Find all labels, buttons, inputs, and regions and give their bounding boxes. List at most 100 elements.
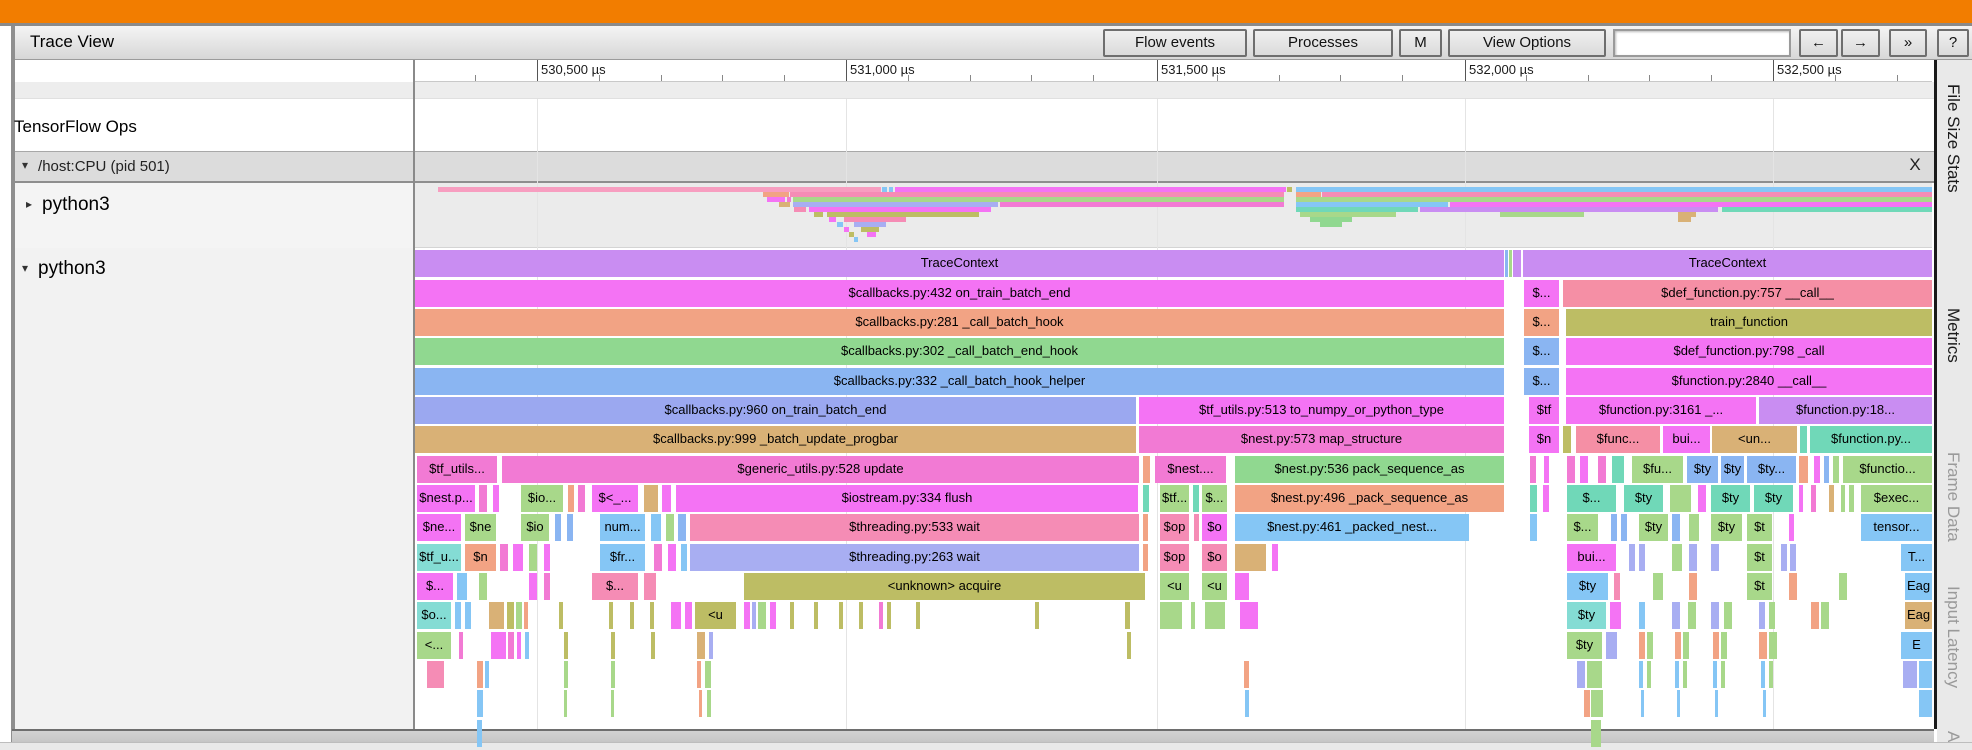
flame-event[interactable] <box>1612 456 1624 483</box>
flame-event[interactable] <box>1629 544 1635 571</box>
flame-event[interactable] <box>1205 602 1225 629</box>
flame-event[interactable] <box>1591 690 1603 717</box>
flame-event[interactable]: $callbacks.py:281 _call_batch_hook <box>415 309 1504 336</box>
flame-event[interactable] <box>1713 661 1717 688</box>
flame-event[interactable]: $ty <box>1711 485 1750 512</box>
flame-event[interactable] <box>477 720 482 747</box>
flame-event[interactable] <box>544 544 550 571</box>
flame-event[interactable] <box>1849 485 1854 512</box>
flame-event[interactable]: $t <box>1747 544 1772 571</box>
flame-event[interactable]: $o <box>1202 514 1227 541</box>
flame-event[interactable]: TraceContext <box>1523 250 1932 277</box>
flame-event[interactable]: $def_function.py:798 _call <box>1566 338 1932 365</box>
flame-event[interactable] <box>1763 690 1766 717</box>
flame-event[interactable] <box>1191 602 1195 629</box>
flame-event[interactable] <box>1641 690 1644 717</box>
metadata-button[interactable]: M <box>1399 29 1442 57</box>
flame-event[interactable]: $... <box>1524 280 1559 307</box>
flame-event[interactable]: $ne... <box>417 514 461 541</box>
flame-event[interactable]: $ty... <box>1747 456 1796 483</box>
flame-event[interactable]: $callbacks.py:999 _batch_update_progbar <box>415 426 1136 453</box>
flame-event[interactable] <box>1675 632 1681 659</box>
flame-event[interactable] <box>1244 661 1249 688</box>
flame-event[interactable]: tensor... <box>1861 514 1932 541</box>
flame-event[interactable] <box>1829 485 1834 512</box>
flame-event[interactable]: $ty <box>1624 485 1663 512</box>
flame-event[interactable] <box>477 690 483 717</box>
flame-event[interactable]: bui... <box>1567 544 1616 571</box>
flame-event[interactable]: $callbacks.py:302 _call_batch_end_hook <box>415 338 1504 365</box>
flame-event[interactable] <box>611 661 615 688</box>
flame-event[interactable]: Eag <box>1905 602 1932 629</box>
flame-event[interactable] <box>1799 456 1808 483</box>
tab-input-latency[interactable]: Input Latency <box>1943 586 1963 688</box>
flame-event[interactable] <box>1598 456 1606 483</box>
flame-event[interactable]: $callbacks.py:960 on_train_batch_end <box>415 397 1136 424</box>
flame-event[interactable]: $ty <box>1687 456 1718 483</box>
flame-event[interactable] <box>1125 602 1130 629</box>
close-process-button[interactable]: X <box>1903 155 1927 175</box>
flame-event[interactable]: $tf_u... <box>417 544 461 571</box>
flame-event[interactable] <box>1711 544 1719 571</box>
flame-event[interactable] <box>859 602 863 629</box>
flame-event[interactable] <box>1235 544 1266 571</box>
flame-event[interactable] <box>1675 661 1679 688</box>
flame-event[interactable] <box>500 544 508 571</box>
flame-event[interactable] <box>1672 602 1680 629</box>
flame-event[interactable]: TraceContext <box>415 250 1504 277</box>
flame-event[interactable] <box>1143 485 1149 512</box>
flame-event[interactable] <box>1761 661 1765 688</box>
flame-event[interactable] <box>1824 456 1829 483</box>
flame-event[interactable]: $op <box>1160 544 1189 571</box>
flame-event[interactable]: $op <box>1160 514 1189 541</box>
flame-event[interactable] <box>814 602 818 629</box>
flame-event[interactable] <box>744 602 750 629</box>
flame-event[interactable] <box>578 485 585 512</box>
flame-event[interactable] <box>1653 573 1663 600</box>
flame-event[interactable] <box>1721 661 1725 688</box>
flame-event[interactable]: train_function <box>1566 309 1932 336</box>
flame-event[interactable] <box>611 690 614 717</box>
flame-event[interactable] <box>1160 602 1182 629</box>
flame-event[interactable] <box>529 544 537 571</box>
nav-jump-button[interactable]: » <box>1889 29 1927 57</box>
flame-event[interactable]: <... <box>417 632 451 659</box>
flame-event[interactable]: $... <box>1524 368 1559 395</box>
flame-event[interactable]: $... <box>1202 485 1227 512</box>
flame-event[interactable] <box>1759 602 1765 629</box>
flame-event[interactable] <box>517 632 521 659</box>
flame-event[interactable] <box>1814 456 1820 483</box>
flame-event[interactable] <box>1614 573 1620 600</box>
flame-event[interactable] <box>887 602 891 629</box>
flame-event[interactable] <box>650 602 654 629</box>
flame-event[interactable]: $function.py:2840 __call__ <box>1566 368 1932 395</box>
flame-event[interactable] <box>1639 661 1643 688</box>
flame-event[interactable]: $nest.... <box>1155 456 1226 483</box>
flame-event[interactable] <box>524 602 528 629</box>
flame-event[interactable] <box>752 602 756 629</box>
flame-event[interactable] <box>1833 456 1839 483</box>
flame-event[interactable]: $<_... <box>592 485 638 512</box>
flame-event[interactable]: $nest.p... <box>417 485 475 512</box>
flame-event[interactable] <box>525 632 529 659</box>
flame-event[interactable] <box>1647 661 1651 688</box>
flame-event[interactable]: $nest.py:461 _packed_nest... <box>1235 514 1469 541</box>
flame-event[interactable] <box>1919 661 1932 688</box>
flame-event[interactable] <box>1698 485 1706 512</box>
flame-event[interactable] <box>1563 426 1571 453</box>
flame-event[interactable] <box>1672 544 1682 571</box>
flame-event[interactable] <box>1587 661 1602 688</box>
flame-event[interactable] <box>1143 456 1150 483</box>
process-header-host-cpu[interactable] <box>15 151 1934 183</box>
flame-event[interactable] <box>662 485 671 512</box>
flame-event[interactable]: $... <box>1567 485 1616 512</box>
flame-event[interactable] <box>671 602 681 629</box>
flame-event[interactable] <box>457 573 467 600</box>
find-input[interactable] <box>1613 29 1791 57</box>
flame-event[interactable]: <u <box>695 602 736 629</box>
flame-event[interactable]: $function.py:3161 _... <box>1566 397 1756 424</box>
flame-event[interactable] <box>479 573 487 600</box>
flame-event[interactable]: $nest.py:573 map_structure <box>1139 426 1504 453</box>
flame-event[interactable] <box>1839 573 1847 600</box>
flame-event[interactable] <box>1711 602 1719 629</box>
